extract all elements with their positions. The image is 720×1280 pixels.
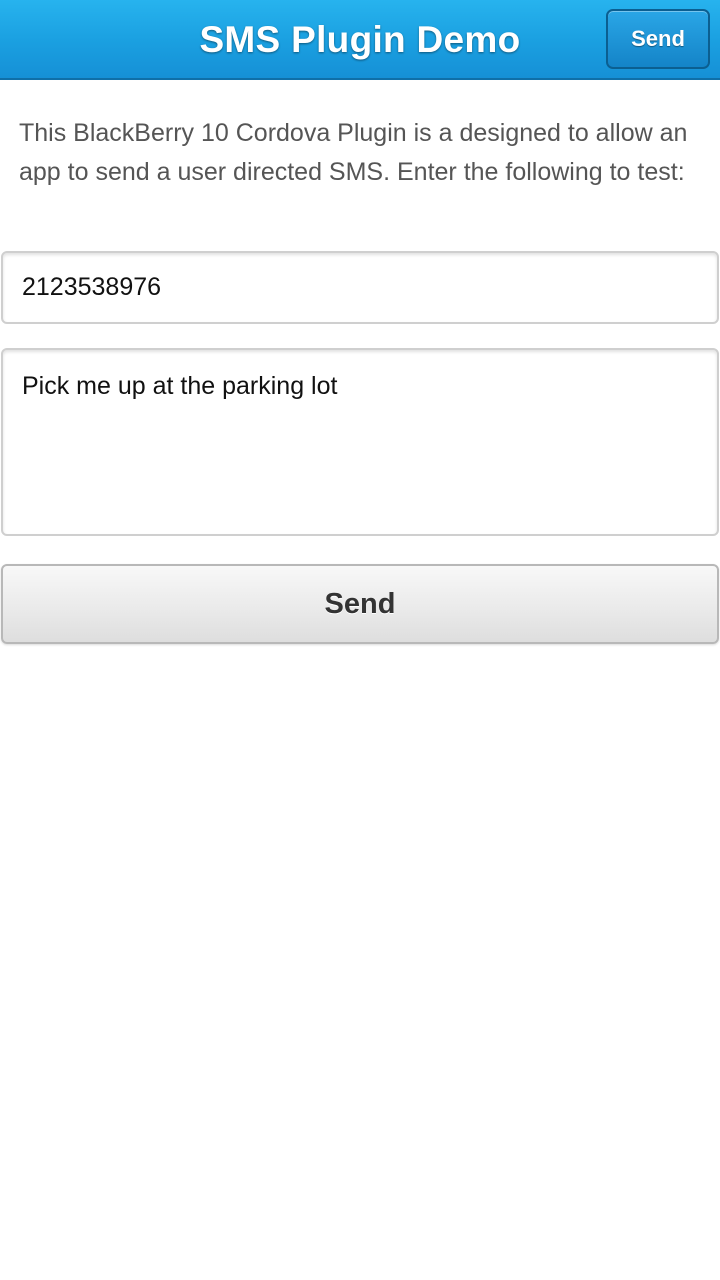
header-send-button[interactable]: Send — [606, 9, 710, 69]
message-textarea[interactable]: Pick me up at the parking lot — [1, 348, 719, 536]
app-screen: SMS Plugin Demo Send This BlackBerry 10 … — [0, 0, 720, 1280]
phone-number-input[interactable] — [1, 251, 719, 324]
send-button[interactable]: Send — [1, 564, 719, 644]
intro-text: This BlackBerry 10 Cordova Plugin is a d… — [19, 119, 688, 186]
header-bar: SMS Plugin Demo Send — [0, 0, 720, 80]
